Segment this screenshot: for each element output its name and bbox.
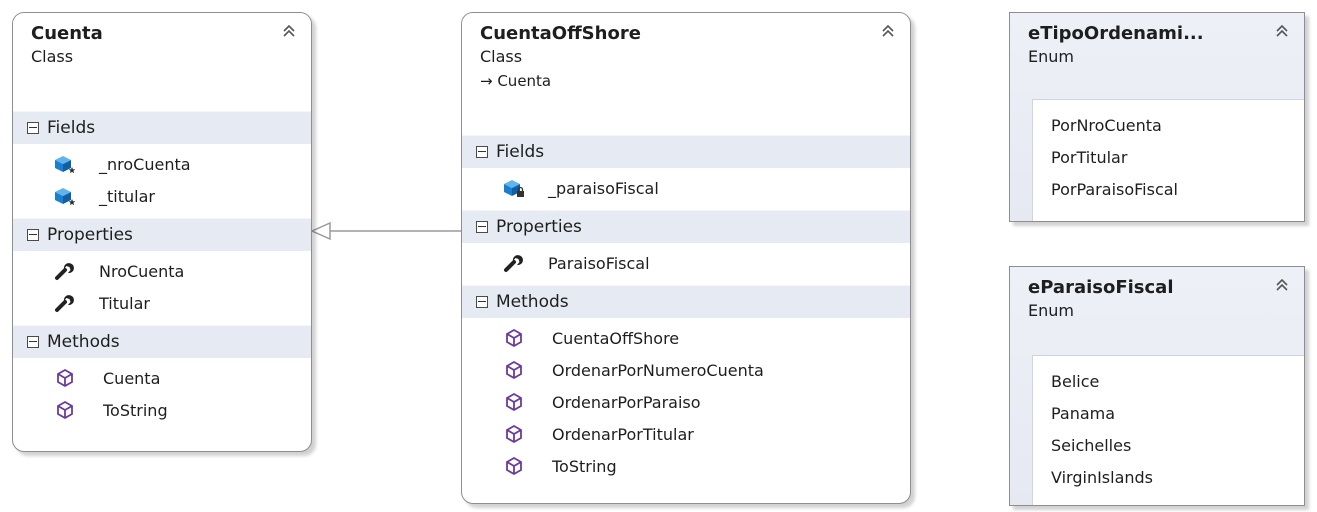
section-title: Properties [47,225,133,245]
methods-list: Cuenta ToString [13,358,311,432]
section-methods[interactable]: Methods [462,285,910,318]
section-methods[interactable]: Methods [13,325,311,358]
section-fields[interactable]: Fields [462,135,910,168]
member-label: ToString [103,400,168,420]
wrench-icon [53,260,77,282]
enum-name: eTipoOrdenami... [1028,23,1204,44]
shape-header: eParaisoFiscal Enum [1010,267,1304,365]
section-title: Properties [496,217,582,237]
member-label: _paraisoFiscal [548,178,659,198]
enum-values-list: PorNroCuenta PorTitular PorParaisoFiscal [1032,99,1304,221]
method-cube-icon [53,367,77,389]
list-item[interactable]: ParaisoFiscal [462,247,910,279]
member-label: NroCuenta [99,261,185,281]
minus-box-icon[interactable] [476,296,488,308]
wrench-icon [502,252,526,274]
enum-shape-eparaisofiscal[interactable]: eParaisoFiscal Enum Belice Panama Seiche… [1009,266,1305,506]
class-name: Cuenta [31,23,103,44]
shape-header: CuentaOffShore Class → Cuenta [462,13,910,135]
shape-header: Cuenta Class [13,13,311,111]
list-item[interactable]: OrdenarPorTitular [462,418,910,450]
base-class-label[interactable]: → Cuenta [480,71,896,91]
method-cube-icon [502,327,526,349]
enum-kind: Enum [1028,301,1074,320]
class-name: CuentaOffShore [480,23,641,44]
section-properties[interactable]: Properties [462,210,910,243]
section-title: Methods [496,292,569,312]
fields-list: _paraisoFiscal [462,168,910,210]
minus-box-icon[interactable] [476,146,488,158]
list-item[interactable]: NroCuenta [13,255,311,287]
properties-list: ParaisoFiscal [462,243,910,285]
enum-values-list: Belice Panama Seichelles VirginIslands [1032,355,1304,505]
class-kind: Class [31,47,74,66]
double-chevron-up-icon[interactable] [281,23,297,39]
minus-box-icon[interactable] [476,221,488,233]
member-label: OrdenarPorNumeroCuenta [552,360,764,380]
list-item[interactable]: Belice [1033,366,1304,398]
member-label: ToString [552,456,617,476]
enum-shape-etipoordenamiento[interactable]: eTipoOrdenami... Enum PorNroCuenta PorTi… [1009,12,1305,222]
member-label: _nroCuenta [99,154,191,174]
methods-list: CuentaOffShore OrdenarPorNumeroCuenta Or… [462,318,910,488]
class-shape-cuenta[interactable]: Cuenta Class Fields _nroCuenta _titular … [12,12,312,452]
fields-list: _nroCuenta _titular [13,144,311,218]
list-item[interactable]: CuentaOffShore [462,322,910,354]
list-item[interactable]: PorNroCuenta [1033,110,1304,142]
double-chevron-up-icon[interactable] [1274,277,1290,293]
section-title: Fields [47,118,96,138]
member-label: OrdenarPorTitular [552,424,694,444]
member-label: ParaisoFiscal [548,253,650,273]
list-item[interactable]: Seichelles [1033,430,1304,462]
method-cube-icon [502,359,526,381]
member-label: Cuenta [103,368,161,388]
list-item[interactable]: Panama [1033,398,1304,430]
method-cube-icon [53,399,77,421]
list-item[interactable]: _titular [13,180,311,212]
member-label: CuentaOffShore [552,328,680,348]
section-fields[interactable]: Fields [13,111,311,144]
list-item[interactable]: VirginIslands [1033,462,1304,494]
minus-box-icon[interactable] [27,336,39,348]
member-label: _titular [99,186,155,206]
enum-name: eParaisoFiscal [1028,277,1174,298]
member-label: OrdenarPorParaiso [552,392,701,412]
double-chevron-up-icon[interactable] [880,23,896,39]
list-item[interactable]: ToString [13,394,311,426]
private-field-icon [502,177,526,199]
double-chevron-up-icon[interactable] [1274,23,1290,39]
list-item[interactable]: PorParaisoFiscal [1033,174,1304,206]
class-shape-cuentaoffshore[interactable]: CuentaOffShore Class → Cuenta Fields _pa… [461,12,911,504]
properties-list: NroCuenta Titular [13,251,311,325]
list-item[interactable]: PorTitular [1033,142,1304,174]
list-item[interactable]: _nroCuenta [13,148,311,180]
wrench-icon [53,292,77,314]
minus-box-icon[interactable] [27,122,39,134]
method-cube-icon [502,391,526,413]
shape-header: eTipoOrdenami... Enum [1010,13,1304,109]
method-cube-icon [502,455,526,477]
list-item[interactable]: Cuenta [13,362,311,394]
list-item[interactable]: OrdenarPorParaiso [462,386,910,418]
enum-kind: Enum [1028,47,1074,66]
method-cube-icon [502,423,526,445]
list-item[interactable]: Titular [13,287,311,319]
list-item[interactable]: OrdenarPorNumeroCuenta [462,354,910,386]
minus-box-icon[interactable] [27,229,39,241]
class-kind: Class [480,47,523,66]
field-icon [53,153,77,175]
section-title: Methods [47,332,120,352]
section-title: Fields [496,142,545,162]
list-item[interactable]: _paraisoFiscal [462,172,910,204]
field-icon [53,185,77,207]
member-label: Titular [99,293,150,313]
section-properties[interactable]: Properties [13,218,311,251]
list-item[interactable]: ToString [462,450,910,482]
